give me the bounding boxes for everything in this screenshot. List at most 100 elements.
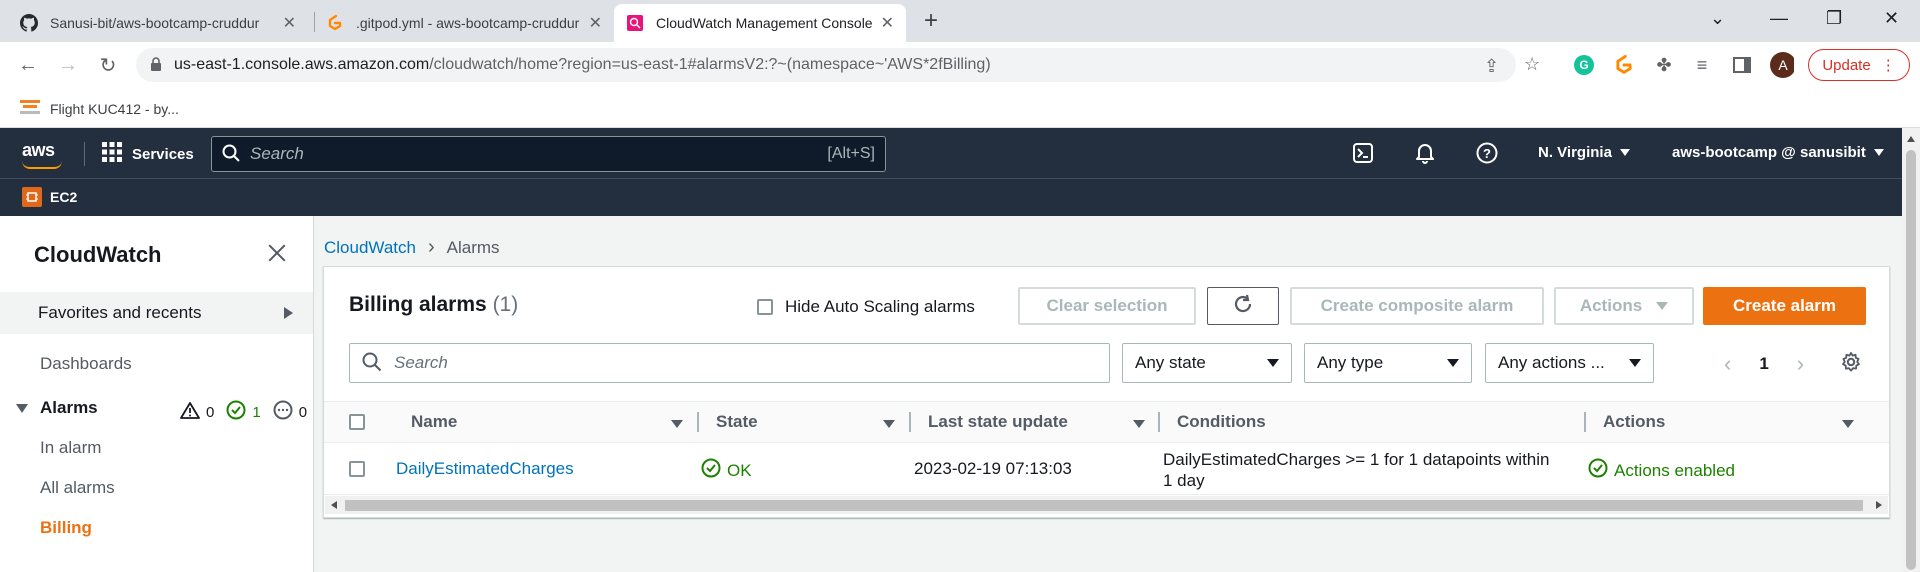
state-filter-select[interactable]: Any state [1122, 343, 1292, 383]
breadcrumb-cloudwatch-link[interactable]: CloudWatch [324, 238, 416, 258]
chevron-left-icon[interactable]: ‹ [1724, 351, 1731, 377]
sidebar-item-billing[interactable]: Billing [40, 518, 92, 538]
favorites-and-recents[interactable]: Favorites and recents [0, 292, 313, 334]
create-composite-alarm-button[interactable]: Create composite alarm [1290, 287, 1544, 325]
close-icon[interactable]: ✕ [283, 13, 296, 33]
alarm-name-link[interactable]: DailyEstimatedCharges [396, 459, 574, 479]
ec2-label: EC2 [50, 189, 78, 205]
alarm-conditions-line1: DailyEstimatedCharges >= 1 for 1 datapoi… [1163, 450, 1550, 469]
sort-caret-icon[interactable] [883, 420, 895, 428]
svg-text:?: ? [1483, 146, 1491, 161]
bookmark-label: Flight KUC412 - by... [50, 100, 179, 117]
sidebar-item-dashboards[interactable]: Dashboards [40, 354, 132, 374]
aws-search-input[interactable]: Search [Alt+S] [211, 136, 886, 172]
column-header-last-state-update[interactable]: Last state update [928, 412, 1068, 432]
close-icon[interactable]: ✕ [589, 13, 602, 33]
ok-check-icon [701, 458, 721, 483]
refresh-button[interactable] [1207, 287, 1279, 325]
scrollbar-thumb[interactable] [345, 500, 1863, 511]
sort-caret-icon[interactable] [1133, 420, 1145, 428]
ok-check-icon [1588, 458, 1608, 483]
new-tab-icon[interactable]: + [924, 9, 938, 33]
window-close-icon[interactable]: ✕ [1884, 8, 1899, 29]
column-divider[interactable] [1158, 412, 1160, 432]
extensions-puzzle-icon[interactable]: ✤ [1652, 53, 1676, 77]
alarm-state-label: OK [727, 460, 752, 480]
url-omnibox[interactable]: us-east-1.console.aws.amazon.com/cloudwa… [136, 48, 1516, 82]
avatar[interactable]: A [1770, 52, 1794, 78]
panel-title-text: Billing alarms [349, 293, 487, 316]
warning-triangle-icon [180, 401, 200, 423]
tab-title: .gitpod.yml - aws-bootcamp-cruddur [356, 15, 580, 31]
restore-icon[interactable]: ❐ [1826, 8, 1842, 29]
chevron-right-icon[interactable]: › [1797, 351, 1804, 377]
side-panel-icon[interactable] [1730, 53, 1754, 77]
account-menu[interactable]: aws-bootcamp @ sanusibit [1672, 144, 1884, 161]
caret-down-icon [1873, 149, 1884, 156]
region-selector[interactable]: N. Virginia [1538, 144, 1630, 161]
bookmark-item[interactable]: Flight KUC412 - by... [20, 98, 179, 119]
help-icon[interactable]: ? [1476, 142, 1498, 164]
grammarly-icon[interactable]: G [1572, 53, 1596, 77]
browser-tab-gitpod[interactable]: .gitpod.yml - aws-bootcamp-cruddur ✕ [314, 4, 614, 42]
caret-down-icon [1267, 359, 1279, 367]
column-divider[interactable] [697, 412, 699, 432]
column-divider[interactable] [1584, 412, 1586, 432]
preferences-gear-icon[interactable] [1840, 351, 1862, 376]
scroll-right-arrow-icon[interactable] [1876, 501, 1882, 509]
column-header-name[interactable]: Name [411, 412, 457, 432]
hide-auto-scaling-checkbox[interactable] [757, 299, 773, 315]
back-arrow-icon[interactable]: ← [14, 51, 42, 79]
browser-tab-github[interactable]: Sanusi-bit/aws-bootcamp-cruddur ✕ [8, 4, 308, 42]
update-button[interactable]: Update ⋮ [1808, 49, 1910, 81]
scrollbar-thumb[interactable] [1906, 150, 1916, 570]
star-icon[interactable]: ☆ [1524, 54, 1540, 75]
hide-auto-scaling-toggle[interactable]: Hide Auto Scaling alarms [757, 297, 975, 317]
gitpod-extension-icon[interactable] [1612, 53, 1636, 77]
column-header-conditions[interactable]: Conditions [1177, 412, 1266, 432]
grid-icon [102, 142, 122, 166]
insufficient-data-icon [273, 400, 293, 424]
media-queue-icon[interactable]: ≡ [1690, 53, 1714, 77]
sidebar-item-all-alarms[interactable]: All alarms [40, 478, 115, 498]
services-menu-button[interactable]: Services [102, 142, 194, 166]
sidebar-item-in-alarm[interactable]: In alarm [40, 438, 101, 458]
favorite-ec2-link[interactable]: EC2 [22, 187, 77, 207]
services-label: Services [132, 145, 194, 163]
alarm-conditions-line2: 1 day [1163, 471, 1205, 490]
table-horizontal-scrollbar[interactable] [325, 496, 1888, 514]
cloudshell-icon[interactable] [1352, 142, 1374, 164]
forward-arrow-icon[interactable]: → [54, 51, 82, 79]
browser-tab-cloudwatch[interactable]: CloudWatch Management Console ✕ [614, 4, 906, 42]
current-page[interactable]: 1 [1759, 354, 1768, 374]
aws-logo[interactable]: aws [22, 140, 55, 161]
share-icon[interactable]: ⇪ [1484, 56, 1499, 77]
actions-dropdown-button[interactable]: Actions [1554, 287, 1694, 325]
actions-filter-select[interactable]: Any actions ... [1485, 343, 1654, 383]
sort-caret-icon[interactable] [1842, 420, 1854, 428]
lock-icon [150, 56, 162, 74]
scroll-left-arrow-icon[interactable] [331, 501, 337, 509]
select-all-checkbox[interactable] [349, 414, 365, 430]
minimize-icon[interactable]: — [1770, 8, 1788, 29]
alarms-search-input[interactable]: Search [349, 343, 1110, 383]
row-select-checkbox[interactable] [349, 461, 365, 477]
close-sidebar-icon[interactable] [266, 242, 288, 264]
close-icon[interactable]: ✕ [881, 13, 894, 33]
column-divider[interactable] [909, 412, 911, 432]
column-header-actions[interactable]: Actions [1603, 412, 1665, 432]
scroll-up-arrow-icon[interactable] [1907, 136, 1915, 142]
sidebar-item-alarms[interactable]: Alarms [16, 398, 98, 418]
create-alarm-button[interactable]: Create alarm [1703, 287, 1866, 325]
column-header-state[interactable]: State [716, 412, 758, 432]
reload-icon[interactable]: ↻ [94, 51, 122, 79]
tab-search-chevron-icon[interactable]: ⌄ [1710, 8, 1725, 29]
insufficient-count: 0 [298, 403, 308, 421]
page-vertical-scrollbar[interactable] [1902, 128, 1920, 572]
clear-selection-button[interactable]: Clear selection [1018, 287, 1196, 325]
ok-check-icon [226, 400, 246, 424]
notifications-bell-icon[interactable] [1414, 142, 1436, 164]
type-filter-select[interactable]: Any type [1304, 343, 1472, 383]
caret-down-icon [1619, 149, 1630, 156]
sort-caret-icon[interactable] [671, 420, 683, 428]
